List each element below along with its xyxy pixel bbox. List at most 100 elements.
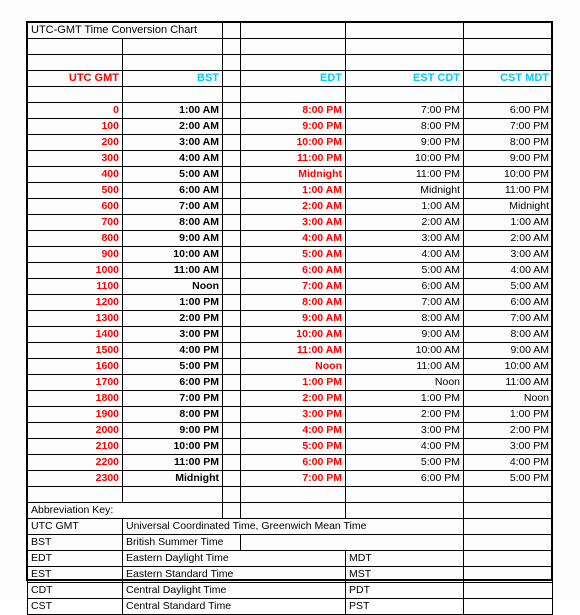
empty-cell bbox=[222, 38, 241, 55]
time-conversion-table: UTC-GMT Time Conversion Chart UTC GMT BST E… bbox=[27, 22, 553, 615]
cell-bst: 5:00 PM bbox=[122, 358, 223, 375]
empty-cell bbox=[27, 86, 123, 103]
cell-cst-mdt: Noon bbox=[463, 390, 553, 407]
cell-cst-mdt: 4:00 AM bbox=[463, 262, 553, 279]
cell-edt: 6:00 AM bbox=[240, 262, 346, 279]
cell-est-cdt: 4:00 PM bbox=[345, 438, 464, 455]
cell-edt: 4:00 AM bbox=[240, 230, 346, 247]
empty-cell bbox=[222, 278, 241, 295]
empty-cell bbox=[222, 134, 241, 151]
cell-est-cdt: 5:00 PM bbox=[345, 454, 464, 471]
cell-utc-gmt: 800 bbox=[27, 230, 123, 247]
key-alt-abbreviation: MDT bbox=[345, 550, 464, 567]
cell-est-cdt: 3:00 AM bbox=[345, 230, 464, 247]
empty-cell bbox=[222, 166, 241, 183]
cell-utc-gmt: 1200 bbox=[27, 294, 123, 311]
cell-est-cdt: 9:00 PM bbox=[345, 134, 464, 151]
empty-cell bbox=[222, 390, 241, 407]
empty-cell bbox=[240, 22, 346, 39]
table-row: 1000 11:00 AM 6:00 AM 5:00 AM 4:00 AM bbox=[27, 262, 553, 279]
cell-edt: 1:00 PM bbox=[240, 374, 346, 391]
cell-bst: 8:00 AM bbox=[122, 214, 223, 231]
empty-cell bbox=[463, 22, 553, 39]
cell-bst: 11:00 PM bbox=[122, 454, 223, 471]
cell-utc-gmt: 2000 bbox=[27, 422, 123, 439]
column-header-edt: EDT bbox=[240, 70, 346, 87]
cell-est-cdt: 8:00 AM bbox=[345, 310, 464, 327]
cell-bst: 1:00 AM bbox=[122, 102, 223, 119]
cell-cst-mdt: 4:00 PM bbox=[463, 454, 553, 471]
cell-est-cdt: 7:00 PM bbox=[345, 102, 464, 119]
empty-cell bbox=[240, 486, 346, 503]
empty-cell bbox=[240, 54, 346, 71]
key-alt-abbreviation: MST bbox=[345, 566, 464, 583]
cell-est-cdt: 10:00 AM bbox=[345, 342, 464, 359]
empty-cell bbox=[345, 486, 464, 503]
table-row: 800 9:00 AM 4:00 AM 3:00 AM 2:00 AM bbox=[27, 230, 553, 247]
cell-bst: Noon bbox=[122, 278, 223, 295]
cell-edt: 8:00 AM bbox=[240, 294, 346, 311]
empty-cell bbox=[222, 454, 241, 471]
cell-cst-mdt: 7:00 PM bbox=[463, 118, 553, 135]
cell-cst-mdt: 3:00 PM bbox=[463, 438, 553, 455]
cell-bst: 1:00 PM bbox=[122, 294, 223, 311]
spacer-row bbox=[27, 86, 553, 103]
table-row: 700 8:00 AM 3:00 AM 2:00 AM 1:00 AM bbox=[27, 214, 553, 231]
cell-est-cdt: 4:00 AM bbox=[345, 246, 464, 263]
cell-bst: 3:00 AM bbox=[122, 134, 223, 151]
cell-bst: 2:00 PM bbox=[122, 310, 223, 327]
empty-cell bbox=[240, 502, 346, 519]
key-abbreviation: CDT bbox=[27, 582, 123, 599]
cell-utc-gmt: 1600 bbox=[27, 358, 123, 375]
cell-est-cdt: 6:00 AM bbox=[345, 278, 464, 295]
cell-est-cdt: 11:00 PM bbox=[345, 166, 464, 183]
empty-cell bbox=[222, 502, 241, 519]
empty-cell bbox=[222, 54, 241, 71]
empty-cell bbox=[222, 102, 241, 119]
cell-bst: 4:00 PM bbox=[122, 342, 223, 359]
cell-est-cdt: 9:00 AM bbox=[345, 326, 464, 343]
cell-est-cdt: 1:00 PM bbox=[345, 390, 464, 407]
cell-cst-mdt: 9:00 AM bbox=[463, 342, 553, 359]
cell-cst-mdt: 5:00 AM bbox=[463, 278, 553, 295]
cell-edt: 7:00 PM bbox=[240, 470, 346, 487]
cell-cst-mdt: 3:00 AM bbox=[463, 246, 553, 263]
abbreviation-key-row: UTC GMT Universal Coordinated Time, Green… bbox=[27, 518, 553, 535]
cell-edt: 9:00 PM bbox=[240, 118, 346, 135]
cell-edt: 11:00 PM bbox=[240, 150, 346, 167]
table-row: 600 7:00 AM 2:00 AM 1:00 AM Midnight bbox=[27, 198, 553, 215]
cell-utc-gmt: 1900 bbox=[27, 406, 123, 423]
empty-cell bbox=[222, 230, 241, 247]
spacer-row bbox=[27, 486, 553, 503]
key-alt-abbreviation: PST bbox=[345, 598, 464, 615]
cell-est-cdt: 11:00 AM bbox=[345, 358, 464, 375]
cell-cst-mdt: 11:00 AM bbox=[463, 374, 553, 391]
cell-est-cdt: 10:00 PM bbox=[345, 150, 464, 167]
cell-edt: 4:00 PM bbox=[240, 422, 346, 439]
empty-cell bbox=[463, 486, 553, 503]
cell-edt: 5:00 PM bbox=[240, 438, 346, 455]
cell-utc-gmt: 1700 bbox=[27, 374, 123, 391]
table-row: 100 2:00 AM 9:00 PM 8:00 PM 7:00 PM bbox=[27, 118, 553, 135]
cell-est-cdt: 5:00 AM bbox=[345, 262, 464, 279]
cell-bst: 8:00 PM bbox=[122, 406, 223, 423]
cell-cst-mdt: 2:00 AM bbox=[463, 230, 553, 247]
cell-cst-mdt: 6:00 AM bbox=[463, 294, 553, 311]
cell-edt: 10:00 PM bbox=[240, 134, 346, 151]
cell-utc-gmt: 700 bbox=[27, 214, 123, 231]
abbreviation-key-row: EST Eastern Standard Time MST bbox=[27, 566, 553, 583]
cell-bst: 4:00 AM bbox=[122, 150, 223, 167]
empty-cell bbox=[463, 566, 553, 583]
empty-cell bbox=[27, 54, 123, 71]
title-row: UTC-GMT Time Conversion Chart bbox=[27, 22, 553, 39]
column-header-cst-mdt: CST MDT bbox=[463, 70, 553, 87]
cell-bst: 11:00 AM bbox=[122, 262, 223, 279]
cell-cst-mdt: 1:00 AM bbox=[463, 214, 553, 231]
cell-edt: 8:00 PM bbox=[240, 102, 346, 119]
cell-edt: 10:00 AM bbox=[240, 326, 346, 343]
cell-edt: 7:00 AM bbox=[240, 278, 346, 295]
key-alt-abbreviation: PDT bbox=[345, 582, 464, 599]
abbreviation-key-row: EDT Eastern Daylight Time MDT bbox=[27, 550, 553, 567]
cell-edt: Midnight bbox=[240, 166, 346, 183]
cell-utc-gmt: 900 bbox=[27, 246, 123, 263]
